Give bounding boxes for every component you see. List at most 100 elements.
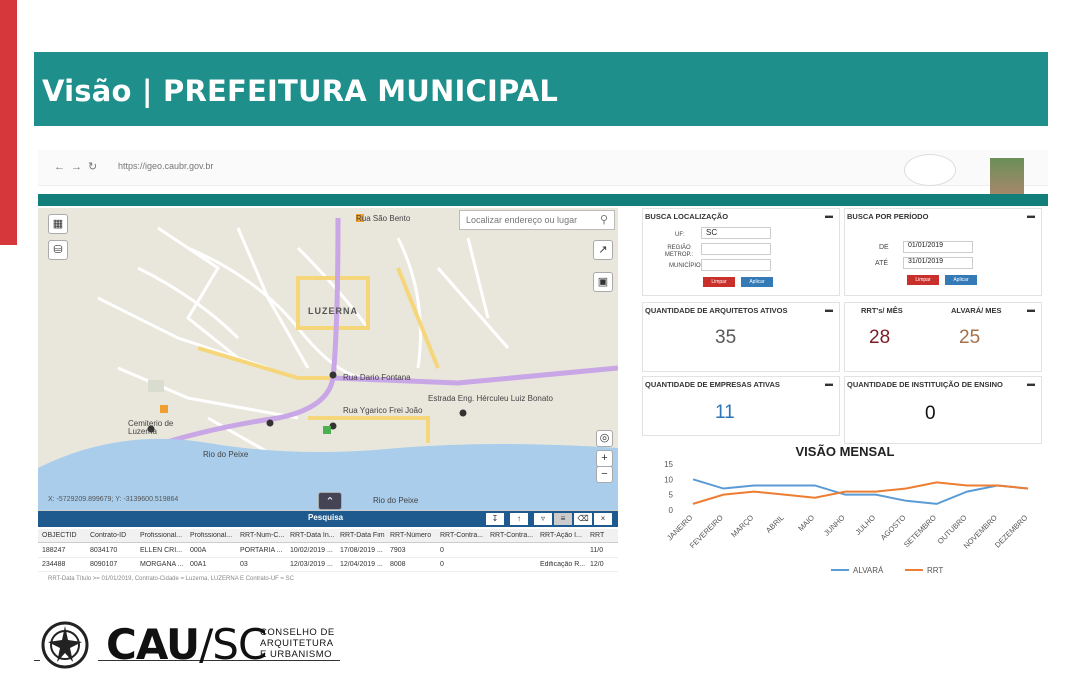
col-header[interactable]: RRT-Contra... xyxy=(440,532,488,539)
municipio-select[interactable] xyxy=(701,259,771,271)
ate-value: 31/01/2019 xyxy=(908,258,944,265)
map-canvas xyxy=(38,208,618,510)
table-cell: ELLEN CRI... xyxy=(140,547,183,554)
aplicar-button[interactable]: Aplicar xyxy=(945,275,977,285)
x-tick-label: ABRIL xyxy=(764,513,786,535)
footer-line-left xyxy=(34,660,40,661)
zoom-out-icon[interactable]: − xyxy=(596,466,613,483)
map-layers-icon[interactable]: ▣ xyxy=(593,272,613,292)
kpi-arquitetos-value: 35 xyxy=(715,327,737,348)
minimize-icon[interactable]: ▬ xyxy=(825,305,833,314)
x-tick-label: MAIO xyxy=(796,513,816,533)
table-cell: 17/08/2019 ... xyxy=(340,547,383,554)
table-cell: 8034170 xyxy=(90,547,118,554)
grid-header-row: OBJECTID Contrato-ID Profissional... Pro… xyxy=(38,529,618,543)
grid-menu-icon[interactable]: ▦ xyxy=(48,214,68,234)
uf-value: SC xyxy=(706,228,718,237)
table-row[interactable]: 188247 8034170 ELLEN CRI... 000A PORTARI… xyxy=(38,544,618,558)
legend-label: ALVARÁ xyxy=(853,566,884,575)
minimize-icon[interactable]: ▬ xyxy=(1027,305,1035,314)
photo-thumbnail xyxy=(990,158,1024,196)
minimize-icon[interactable]: ▬ xyxy=(1027,211,1035,220)
minimize-icon[interactable]: ▬ xyxy=(1027,379,1035,388)
x-tick-label: DEZEMBRO xyxy=(993,513,1030,550)
uf-select[interactable]: SC xyxy=(701,227,771,239)
kpi-alvara-label: ALVARÁ/ MES xyxy=(951,306,1002,315)
map-label-cemiterio: Cemiterio de Luzerna xyxy=(128,419,174,436)
results-grid: Pesquisa ↧ ↑ ▿ ≡ ⌫ × OBJECTID Contrato-I… xyxy=(38,510,618,586)
table-cell: 12/03/2019 ... xyxy=(290,561,333,568)
busca-periodo-panel: BUSCA POR PERÍODO ▬ DE 01/01/2019 ATÉ 31… xyxy=(844,208,1042,296)
options-icon[interactable]: ≡ xyxy=(554,513,572,525)
col-header[interactable]: RRT-Data In... xyxy=(290,532,338,539)
delete-icon[interactable]: ⌫ xyxy=(574,513,592,525)
accent-bar xyxy=(0,0,17,245)
database-icon[interactable]: ⛁ xyxy=(48,240,68,260)
col-header[interactable]: RRT-Ação I... xyxy=(540,532,588,539)
busca-localizacao-panel: BUSCA LOCALIZAÇÃO ▬ UF: SC REGIÃO METROP… xyxy=(642,208,840,296)
cau-text: CAU xyxy=(106,620,200,669)
map-view[interactable]: Localizar endereço ou lugar ⚲ ▦ ⛁ ↗ ▣ ◎ … xyxy=(38,208,618,510)
page-title: Visão | PREFEITURA MUNICIPAL xyxy=(42,74,559,108)
table-cell: 8008 xyxy=(390,561,406,568)
conselho-line: E URBANISMO xyxy=(260,649,333,660)
download-icon[interactable]: ↧ xyxy=(486,513,504,525)
table-cell: MORGANA ... xyxy=(140,561,184,568)
x-tick-label: MARÇO xyxy=(729,513,755,539)
browser-bar: ←→↻ https://igeo.caubr.gov.br xyxy=(38,150,1048,196)
aplicar-button[interactable]: Aplicar xyxy=(741,277,773,287)
locate-icon[interactable]: ◎ xyxy=(596,430,613,447)
kpi-label: QUANTIDADE DE INSTITUIÇÃO DE ENSINO xyxy=(847,380,1003,389)
zoom-to-icon[interactable]: ↑ xyxy=(510,513,528,525)
table-cell: PORTARIA ... xyxy=(240,547,283,554)
col-header[interactable]: Contrato-ID xyxy=(90,532,126,539)
table-cell: 03 xyxy=(240,561,248,568)
minimize-icon[interactable]: ▬ xyxy=(825,379,833,388)
panel-title: BUSCA POR PERÍODO xyxy=(847,212,929,221)
table-row[interactable]: 234488 8090107 MORGANA ... 00A1 03 12/03… xyxy=(38,558,618,572)
table-cell: 0 xyxy=(440,561,444,568)
table-cell: 8090107 xyxy=(90,561,118,568)
browser-nav-icons[interactable]: ←→↻ xyxy=(54,160,103,173)
map-search-input[interactable]: Localizar endereço ou lugar ⚲ xyxy=(459,210,615,230)
col-header[interactable]: OBJECTID xyxy=(42,532,77,539)
x-tick-label: JULHO xyxy=(853,513,877,537)
y-tick-label: 10 xyxy=(664,475,673,484)
kpi-empresas-value: 11 xyxy=(715,402,735,423)
x-tick-label: JUNHO xyxy=(822,513,847,538)
table-cell: 10/02/2019 ... xyxy=(290,547,333,554)
limpar-button[interactable]: Limpar xyxy=(703,277,735,287)
search-icon[interactable]: ⚲ xyxy=(600,213,608,226)
col-header[interactable]: RRT-Data Fim xyxy=(340,532,388,539)
address-bar[interactable]: https://igeo.caubr.gov.br xyxy=(118,161,213,171)
map-label-rua-sao-bento: Rua São Bento xyxy=(356,214,411,223)
zoom-in-icon[interactable]: + xyxy=(596,450,613,467)
de-date-input[interactable]: 01/01/2019 xyxy=(903,241,973,253)
map-coords: X: -5729209.899679; Y: -3139600.519864 xyxy=(48,496,179,503)
y-tick-label: 15 xyxy=(664,460,673,469)
map-search-placeholder: Localizar endereço ou lugar xyxy=(466,215,578,225)
close-icon[interactable]: × xyxy=(594,513,612,525)
collapse-panel-icon[interactable]: ⌃ xyxy=(318,492,342,510)
results-grid-toolbar: Pesquisa ↧ ↑ ▿ ≡ ⌫ × xyxy=(38,511,618,527)
col-header[interactable]: RRT-Contra... xyxy=(490,532,538,539)
kpi-rrt-alvara-card: RRT's/ MÊS ALVARÁ/ MES ▬ 28 25 xyxy=(844,302,1042,372)
col-header[interactable]: RRT-Número xyxy=(390,532,438,539)
filter-icon[interactable]: ▿ xyxy=(534,513,552,525)
kpi-empresas-card: QUANTIDADE DE EMPRESAS ATIVAS ▬ 11 xyxy=(642,376,840,436)
map-label-rio-peixe: Rio do Peixe xyxy=(203,450,249,459)
col-header[interactable]: Profissional... xyxy=(140,532,188,539)
table-cell: 7903 xyxy=(390,547,406,554)
regiao-select[interactable] xyxy=(701,243,771,255)
col-header[interactable]: RRT xyxy=(590,532,614,539)
kpi-rrt-label: RRT's/ MÊS xyxy=(861,306,903,315)
export-icon[interactable]: ↗ xyxy=(593,240,613,260)
table-cell: 000A xyxy=(190,547,207,554)
ate-date-input[interactable]: 31/01/2019 xyxy=(903,257,973,269)
col-header[interactable]: RRT-Num-C... xyxy=(240,532,288,539)
legend-label: RRT xyxy=(927,566,943,575)
y-tick-label: 0 xyxy=(669,506,674,515)
minimize-icon[interactable]: ▬ xyxy=(825,211,833,220)
col-header[interactable]: Profissional... xyxy=(190,532,238,539)
limpar-button[interactable]: Limpar xyxy=(907,275,939,285)
